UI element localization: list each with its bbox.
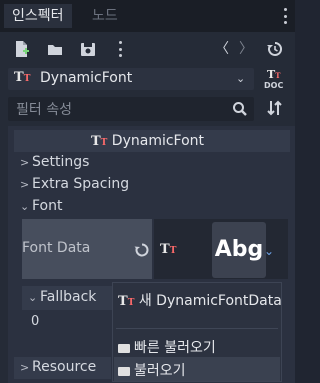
font-preview[interactable]: Abg — [212, 222, 266, 278]
section-settings[interactable]: > Settings — [20, 154, 89, 170]
menu-item-new-dynamic-font-data[interactable]: TT 새 DynamicFontData — [118, 290, 282, 310]
menu-separator — [116, 328, 278, 329]
dynamic-font-icon: TT — [14, 70, 31, 85]
history-icon[interactable] — [266, 40, 284, 58]
chevron-right-icon: > — [20, 156, 30, 169]
resource-header-label: TT DynamicFont — [90, 133, 205, 149]
sort-properties-icon[interactable] — [266, 99, 284, 117]
chevron-down-icon: ⌄ — [20, 200, 30, 213]
section-font[interactable]: ⌄ Font — [20, 198, 62, 214]
section-resource-label[interactable]: > Resource — [20, 359, 96, 375]
chevron-down-icon[interactable]: ⌄ — [236, 71, 245, 87]
more-icon[interactable] — [118, 41, 122, 57]
section-extra-spacing[interactable]: > Extra Spacing — [20, 176, 129, 192]
new-resource-icon[interactable] — [14, 40, 30, 58]
font-data-label: Font Data — [22, 240, 91, 256]
folder-icon — [118, 367, 130, 376]
folder-icon — [118, 344, 130, 353]
search-icon — [232, 101, 248, 117]
filter-placeholder: 필터 속성 — [16, 102, 72, 118]
picker-dropdown-icon[interactable]: ⌄ — [264, 244, 274, 258]
nav-back-icon[interactable]: 〈 — [214, 41, 230, 57]
dynamic-font-icon: TT — [90, 134, 108, 149]
menu-item-load[interactable]: 불러오기 — [118, 360, 186, 380]
tab-node[interactable]: 노드 — [84, 4, 126, 28]
tab-inspector[interactable]: 인스펙터 — [4, 4, 72, 28]
chevron-right-icon: > — [20, 178, 30, 191]
fallback-label[interactable]: ⌄ Fallback — [28, 289, 96, 305]
chevron-right-icon: > — [20, 361, 30, 374]
fallback-count: 0 — [31, 314, 40, 329]
resource-name: DynamicFont — [40, 70, 133, 86]
revert-icon[interactable] — [134, 242, 150, 258]
dynamic-font-data-icon: TT — [160, 242, 177, 257]
documentation-icon[interactable]: TT DOC — [264, 68, 286, 92]
dock-menu-icon[interactable] — [283, 8, 287, 24]
dynamic-font-icon: TT — [118, 294, 135, 309]
open-folder-icon[interactable] — [46, 40, 64, 58]
menu-item-quick-load[interactable]: 빠른 불러오기 — [118, 337, 216, 357]
chevron-down-icon: ⌄ — [28, 291, 38, 304]
nav-forward-icon[interactable]: 〉 — [238, 41, 254, 57]
save-icon[interactable] — [80, 40, 96, 58]
